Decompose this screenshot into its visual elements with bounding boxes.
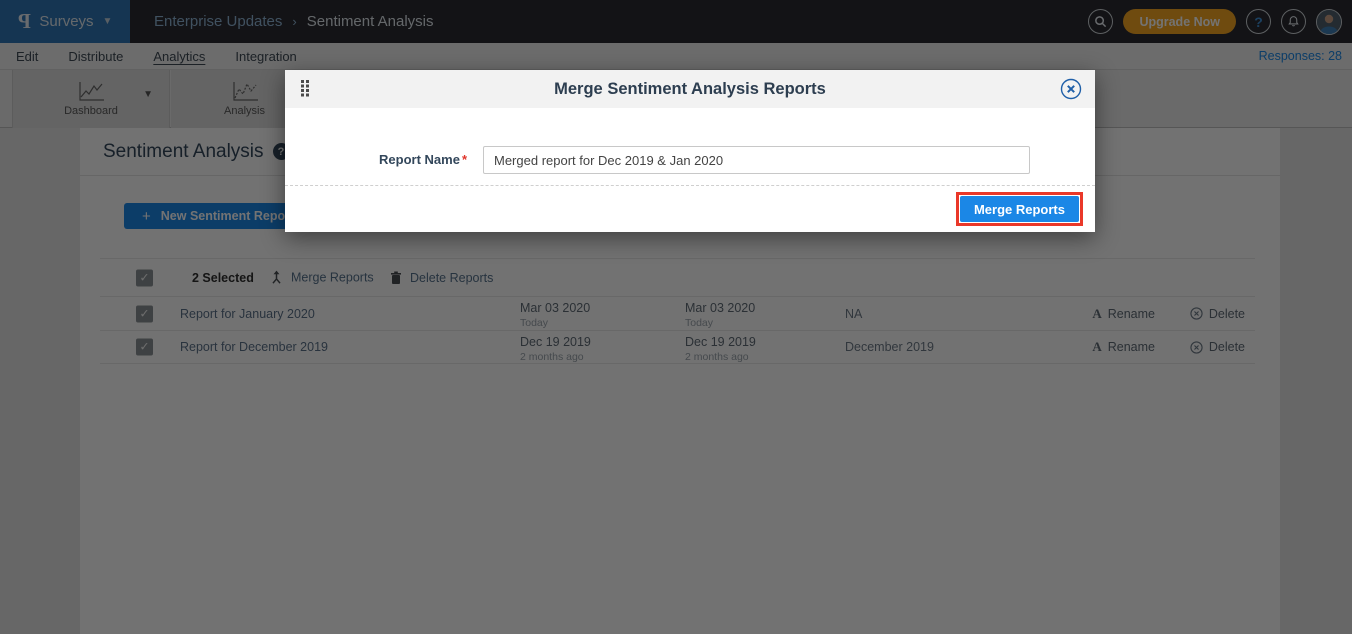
footer-divider — [285, 185, 1095, 186]
merge-reports-modal: Merge Sentiment Analysis Reports Report … — [285, 70, 1095, 232]
app-screen: P Surveys ▼ Enterprise Updates › Sentime… — [0, 0, 1352, 634]
report-name-label: Report Name* — [285, 152, 467, 167]
report-name-input[interactable] — [483, 146, 1030, 174]
merge-reports-submit-button[interactable]: Merge Reports — [960, 196, 1079, 222]
modal-header: Merge Sentiment Analysis Reports — [285, 70, 1095, 108]
modal-title: Merge Sentiment Analysis Reports — [285, 80, 1095, 99]
modal-body: Report Name* Merge Reports — [285, 108, 1095, 232]
required-asterisk: * — [462, 152, 467, 167]
close-icon[interactable] — [1060, 78, 1082, 105]
drag-handle-icon[interactable] — [300, 79, 310, 102]
click-target-highlight: Merge Reports — [956, 192, 1083, 226]
